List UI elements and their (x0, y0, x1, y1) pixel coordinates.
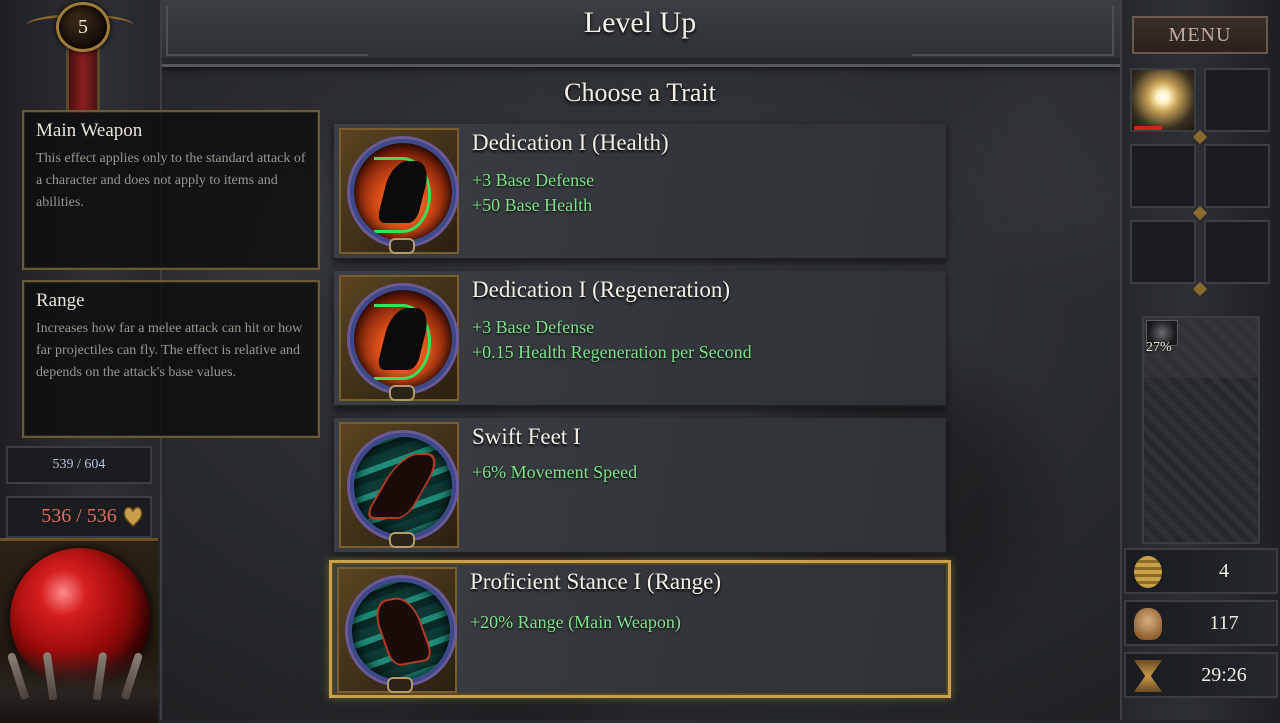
tooltip-main-weapon: Main Weapon This effect applies only to … (22, 110, 320, 270)
trait-effect: +3 Base Defense (472, 317, 595, 337)
trait-icon-frame (339, 422, 459, 548)
coins-counter: 4 (1124, 548, 1278, 594)
trait-icon-frame (339, 128, 459, 254)
health-value: 536 / 536 (41, 505, 117, 527)
inventory-slot[interactable] (1204, 220, 1270, 284)
tooltip-body: Increases how far a melee attack can hit… (36, 321, 303, 380)
level-pillar (66, 44, 100, 114)
tooltip-title: Range (36, 290, 85, 311)
item-charge-bar (1134, 126, 1162, 130)
trait-icon-frame (337, 567, 457, 693)
orb-claw-ornament (0, 650, 158, 720)
mana-value: 539 / 604 (52, 457, 106, 472)
timer-value: 29:26 (1201, 664, 1247, 686)
page-title: Level Up (583, 6, 697, 39)
health-counter: 536 / 536 (6, 496, 152, 538)
trait-card-dedication-regeneration[interactable]: Dedication I (Regeneration) +3 Base Defe… (334, 271, 946, 407)
skull-icon (1134, 608, 1162, 640)
trait-name: Swift Feet I (472, 424, 581, 449)
kills-counter: 117 (1124, 600, 1278, 646)
page-subtitle: Choose a Trait (564, 78, 716, 107)
archer-fire-icon (350, 139, 456, 245)
coin-stack-icon (1134, 556, 1162, 588)
trait-card-swift-feet[interactable]: Swift Feet I +6% Movement Speed (334, 418, 946, 554)
tooltip-body: This effect applies only to the standard… (36, 151, 306, 210)
coins-value: 4 (1219, 560, 1229, 582)
archer-fire-icon (350, 286, 456, 392)
trait-card-proficient-stance[interactable]: Proficient Stance I (Range) +20% Range (… (329, 560, 951, 698)
level-badge: 5 (56, 2, 110, 52)
hourglass-icon (1134, 660, 1162, 692)
trait-effect: +6% Movement Speed (472, 462, 638, 482)
trait-name: Dedication I (Health) (472, 130, 669, 155)
trait-effect: +20% Range (Main Weapon) (470, 612, 681, 632)
experience-percent: 27% (1146, 340, 1172, 355)
mana-counter: 539 / 604 (6, 446, 152, 484)
trait-icon-frame (339, 275, 459, 401)
tooltip-range: Range Increases how far a melee attack c… (22, 280, 320, 438)
inventory-slot[interactable] (1204, 144, 1270, 208)
menu-button[interactable]: MENU (1132, 16, 1268, 54)
timer-counter: 29:26 (1124, 652, 1278, 698)
tooltip-title: Main Weapon (36, 120, 143, 141)
trait-card-dedication-health[interactable]: Dedication I (Health) +3 Base Defense +5… (334, 124, 946, 260)
title-banner: Level Up (160, 0, 1120, 67)
kills-value: 117 (1209, 612, 1239, 634)
trait-name: Dedication I (Regeneration) (472, 277, 730, 302)
inventory-slot[interactable] (1204, 68, 1270, 132)
inventory-slot-light-orb[interactable] (1130, 68, 1196, 132)
inventory-slot[interactable] (1130, 220, 1196, 284)
trait-name: Proficient Stance I (Range) (470, 569, 721, 594)
trait-effect: +50 Base Health (472, 195, 593, 215)
leaping-figure-teal-icon (348, 578, 454, 684)
inventory-slot[interactable] (1130, 144, 1196, 208)
trait-effect: +3 Base Defense (472, 170, 595, 190)
trait-effect: +0.15 Health Regeneration per Second (472, 342, 752, 362)
heart-icon (123, 506, 143, 527)
runner-teal-icon (350, 433, 456, 539)
